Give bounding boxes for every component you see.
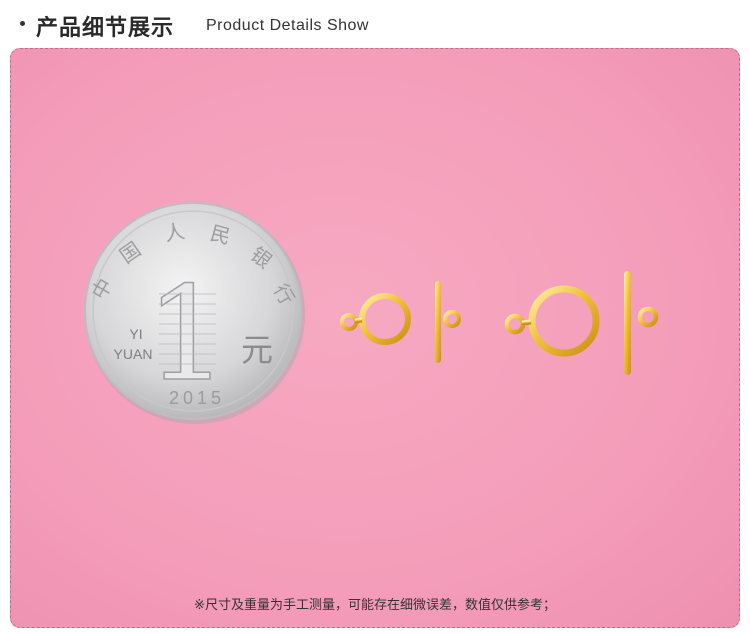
- coin-unit-cn: 元: [241, 331, 273, 369]
- large-toggle-ring: [504, 285, 600, 357]
- section-header: 产品细节展示 Product Details Show: [0, 0, 750, 48]
- large-toggle-bar: [624, 271, 659, 375]
- product-photo-panel: 1 YI YUAN 元 2015 中 国 人 民 银: [10, 48, 740, 628]
- coin-year: 2015: [169, 388, 225, 408]
- section-title-en: Product Details Show: [206, 17, 369, 34]
- section-title-cn: 产品细节展示: [36, 16, 175, 41]
- product-photo: 1 YI YUAN 元 2015 中 国 人 民 银: [84, 202, 659, 424]
- coin-pinyin-yuan: YUAN: [114, 346, 153, 362]
- small-toggle-bar: [435, 281, 461, 363]
- measurement-disclaimer: ※尺寸及重量为手工测量，可能存在细微误差，数值仅供参考；: [194, 598, 556, 613]
- coin-pinyin-yi: YI: [129, 326, 142, 342]
- coin: 1 YI YUAN 元 2015 中 国 人 民 银: [84, 202, 305, 424]
- svg-text:人: 人: [163, 219, 187, 246]
- small-toggle-ring: [340, 293, 411, 345]
- bullet-dot: [20, 21, 25, 26]
